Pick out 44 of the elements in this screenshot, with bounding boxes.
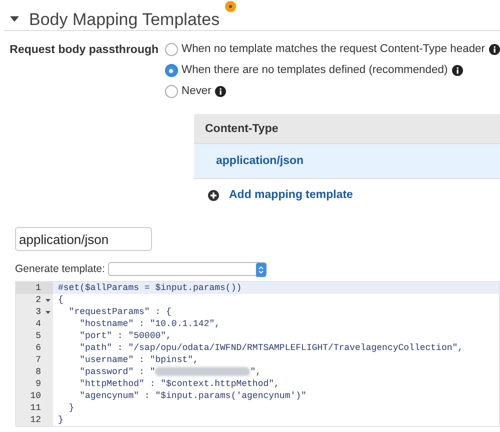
dropdown-arrows-icon[interactable] (256, 263, 266, 277)
code-line: { (57, 294, 64, 306)
code-line: "path" : "/sap/opu/odata/IWFND/RMTSAMPLEFLIGHT/TravelagencyCollection", (78, 342, 464, 354)
line-number: 11 (16, 402, 53, 414)
line-number: 12 (16, 414, 53, 426)
line-number: 5 (16, 330, 53, 342)
line-number: 1 (16, 282, 53, 294)
field-label: Generate template: (15, 262, 105, 276)
code-line: "port" : "50000", (78, 330, 172, 342)
line-number: 6 (16, 342, 53, 354)
section-title: Body Mapping Templates (29, 10, 220, 28)
code-line: "username" : "bpinst", (78, 354, 200, 366)
line-number: 10 (16, 390, 53, 402)
line-number: 8 (16, 366, 53, 378)
radio-button[interactable] (164, 85, 178, 98)
plus-icon[interactable] (208, 190, 219, 200)
code-line: "password" : " ", (78, 366, 262, 378)
code-line: } (68, 402, 76, 414)
code-line: } (57, 414, 64, 426)
radio-button[interactable] (164, 43, 178, 56)
add-mapping-template-link[interactable]: Add mapping template (229, 188, 353, 202)
option-label: When no template matches the request Content-Type header (182, 42, 485, 57)
code-line: "requestParams" : { (68, 306, 172, 318)
line-number: 4 (16, 318, 53, 330)
line-number: 9 (16, 378, 53, 390)
info-icon[interactable] (452, 65, 463, 76)
code-line: "httpMethod" : "$context.httpMethod", (78, 378, 280, 390)
content-type-row[interactable]: application/json (194, 144, 500, 179)
option-label: Never (182, 84, 212, 99)
info-icon[interactable] (489, 44, 500, 55)
code-line: "hostname" : "10.0.1.142", (78, 318, 222, 330)
template-select[interactable] (108, 262, 267, 276)
line-number: 3 (16, 306, 53, 318)
line-number: 7 (16, 354, 53, 366)
code-line: "agencynum" : "$input.params('agencynum')" (78, 390, 308, 402)
info-icon[interactable] (215, 86, 226, 97)
field-label: Request body passthrough (8, 43, 160, 58)
radio-button[interactable] (164, 64, 178, 77)
collapse-caret-icon[interactable] (10, 16, 19, 22)
column-header: Content-Type (194, 114, 500, 144)
option-label: When there are no templates defined (recommended) (182, 63, 448, 78)
name-field[interactable]: application/json (15, 227, 152, 251)
line-number: 2 (16, 294, 53, 306)
code-editor[interactable] (15, 281, 500, 427)
